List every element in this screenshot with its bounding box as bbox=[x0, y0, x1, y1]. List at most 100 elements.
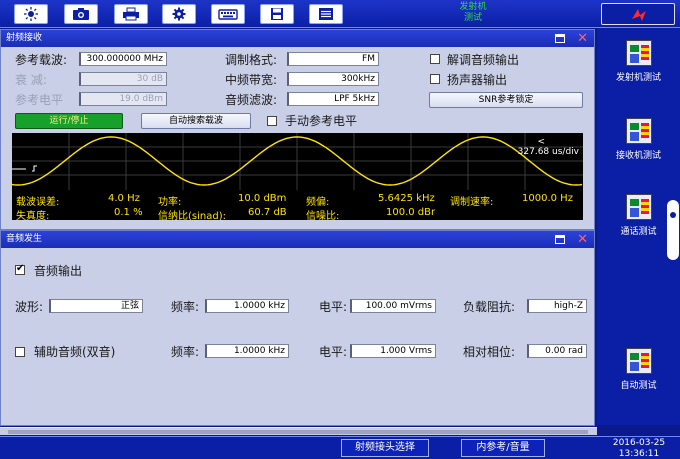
print-button[interactable] bbox=[114, 4, 148, 24]
scope-timebase: 327.68 us/div bbox=[517, 147, 579, 157]
settings-button[interactable] bbox=[162, 4, 196, 24]
run-stop-button[interactable]: 运行/停止 bbox=[15, 113, 123, 129]
minimize-icon[interactable] bbox=[555, 34, 566, 43]
brightness-button[interactable] bbox=[14, 4, 48, 24]
attenuation-label: 衰 减: bbox=[15, 73, 47, 87]
rf-connector-select-button[interactable]: 射频接头选择 bbox=[341, 439, 429, 457]
close-icon[interactable]: ✕ bbox=[577, 32, 588, 45]
top-toolbar: 发射机 测试 bbox=[0, 0, 680, 28]
rf-receive-title: 射频接收 ✕ bbox=[1, 30, 594, 47]
close-icon[interactable]: ✕ bbox=[577, 233, 588, 246]
snr-value: 100.0 dBr bbox=[386, 207, 436, 218]
attenuation-field[interactable]: 30 dB bbox=[79, 72, 167, 86]
sinad-value: 60.7 dB bbox=[248, 207, 287, 218]
distortion-value: 0.1 % bbox=[114, 207, 143, 218]
speaker-output-label: 扬声器输出 bbox=[447, 73, 508, 87]
ref-level-label: 参考电平 bbox=[15, 93, 64, 107]
rf-power-alarm[interactable] bbox=[601, 3, 675, 25]
mode-line2: 测试 bbox=[463, 13, 482, 23]
test-set-icon bbox=[625, 194, 652, 220]
auto-search-carrier-button[interactable]: 自动搜索载波 bbox=[141, 113, 251, 129]
test-set-icon bbox=[625, 118, 652, 144]
power-label: 功率: bbox=[158, 197, 182, 208]
level-label: 电平: bbox=[319, 300, 348, 314]
demod-audio-checkbox[interactable] bbox=[430, 54, 440, 64]
speaker-output-checkbox[interactable] bbox=[430, 74, 440, 84]
keyboard-icon bbox=[218, 9, 238, 20]
camera-button[interactable] bbox=[64, 4, 98, 24]
scope-caret: < bbox=[537, 137, 545, 147]
side-item-receiver-test[interactable]: 接收机测试 bbox=[597, 118, 680, 161]
camera-icon bbox=[73, 8, 89, 20]
document-list-icon bbox=[319, 8, 333, 20]
side-item-transmitter-test[interactable]: 发射机测试 bbox=[597, 40, 680, 83]
mod-format-label: 调制格式: bbox=[225, 53, 278, 67]
if-bandwidth-label: 中频带宽: bbox=[225, 73, 278, 87]
audio-generator-panel: 音频发生 ✕ 音频输出 波形: 正弦 频率: 1.0000 kHz 电平: 10… bbox=[0, 230, 595, 426]
snr-ref-lock-button[interactable]: SNR参考锁定 bbox=[429, 92, 583, 108]
aux-frequency-field[interactable]: 1.0000 kHz bbox=[205, 344, 289, 358]
sinad-label: 信纳比(sinad): bbox=[158, 211, 226, 222]
audio-filter-label: 音频滤波: bbox=[225, 93, 278, 107]
report-button[interactable] bbox=[309, 4, 343, 24]
carrier-label: 参考载波: bbox=[15, 53, 68, 67]
mod-rate-value: 1000.0 Hz bbox=[522, 193, 573, 204]
clock-time: 13:36:11 bbox=[618, 449, 660, 459]
deviation-label: 频偏: bbox=[306, 197, 330, 208]
demod-audio-label: 解调音频输出 bbox=[447, 53, 520, 67]
load-impedance-label: 负载阻抗: bbox=[463, 300, 516, 314]
aux-audio-checkbox[interactable] bbox=[15, 347, 25, 357]
waveform-field[interactable]: 正弦 bbox=[49, 299, 143, 313]
waveform-label: 波形: bbox=[15, 300, 44, 314]
test-set-icon bbox=[625, 40, 652, 66]
aux-level-field[interactable]: 1.000 Vrms bbox=[350, 344, 436, 358]
floppy-disk-icon bbox=[271, 8, 283, 20]
manual-ref-level-checkbox[interactable] bbox=[267, 116, 277, 126]
horizontal-scrollbar[interactable] bbox=[0, 427, 597, 435]
gear-icon bbox=[172, 7, 186, 21]
clock-date: 2016-03-25 bbox=[612, 438, 666, 448]
distortion-label: 失真度: bbox=[16, 211, 50, 222]
save-button[interactable] bbox=[260, 4, 294, 24]
minimize-icon[interactable] bbox=[555, 235, 566, 244]
side-item-auto-test[interactable]: 自动测试 bbox=[597, 348, 680, 391]
trigger-marker-icon bbox=[12, 165, 37, 172]
carrier-error-label: 载波误差: bbox=[16, 197, 60, 208]
printer-icon bbox=[123, 7, 139, 21]
scroll-thumb[interactable] bbox=[8, 430, 588, 434]
test-mode-indicator: 发射机 测试 bbox=[448, 2, 498, 24]
side-item-label: 自动测试 bbox=[620, 381, 657, 391]
side-scroll-handle[interactable] bbox=[667, 200, 679, 260]
audio-filter-field[interactable]: LPF 5kHz bbox=[287, 92, 379, 106]
rf-warning-icon bbox=[632, 9, 646, 21]
load-impedance-field[interactable]: high-Z bbox=[527, 299, 587, 313]
audio-output-label: 音频输出 bbox=[34, 264, 83, 278]
bottom-bar: 射频接头选择 内参考/音量 2016-03-25 13:36:11 bbox=[0, 436, 680, 459]
level-field[interactable]: 100.00 mVrms bbox=[350, 299, 436, 313]
internal-ref-volume-button[interactable]: 内参考/音量 bbox=[461, 439, 545, 457]
rf-receive-title-text: 射频接收 bbox=[6, 33, 43, 43]
audio-generator-title-text: 音频发生 bbox=[6, 234, 43, 244]
audio-generator-title: 音频发生 ✕ bbox=[1, 231, 594, 248]
ref-level-field[interactable]: 19.0 dBm bbox=[79, 92, 167, 106]
audio-output-checkbox[interactable] bbox=[15, 263, 25, 275]
deviation-value: 5.6425 kHz bbox=[378, 193, 435, 204]
frequency-field[interactable]: 1.0000 kHz bbox=[205, 299, 289, 313]
aux-frequency-label: 频率: bbox=[171, 345, 200, 359]
keyboard-button[interactable] bbox=[211, 4, 245, 24]
mode-line1: 发射机 bbox=[459, 2, 487, 12]
manual-ref-level-label: 手动参考电平 bbox=[285, 114, 358, 128]
aux-level-label: 电平: bbox=[319, 345, 348, 359]
mod-format-field[interactable]: FM bbox=[287, 52, 379, 66]
carrier-field[interactable]: 300.000000 MHz bbox=[79, 52, 167, 66]
aux-audio-label: 辅助音频(双音) bbox=[34, 345, 116, 359]
carrier-error-value: 4.0 Hz bbox=[108, 193, 140, 204]
if-bandwidth-field[interactable]: 300kHz bbox=[287, 72, 379, 86]
test-set-icon bbox=[625, 348, 652, 374]
relative-phase-label: 相对相位: bbox=[463, 345, 516, 359]
relative-phase-field[interactable]: 0.00 rad bbox=[527, 344, 587, 358]
snr-label: 信噪比: bbox=[306, 211, 340, 222]
clock: 2016-03-25 13:36:11 bbox=[604, 438, 674, 459]
mod-rate-label: 调制速率: bbox=[450, 197, 494, 208]
waveform-plot bbox=[12, 133, 583, 190]
